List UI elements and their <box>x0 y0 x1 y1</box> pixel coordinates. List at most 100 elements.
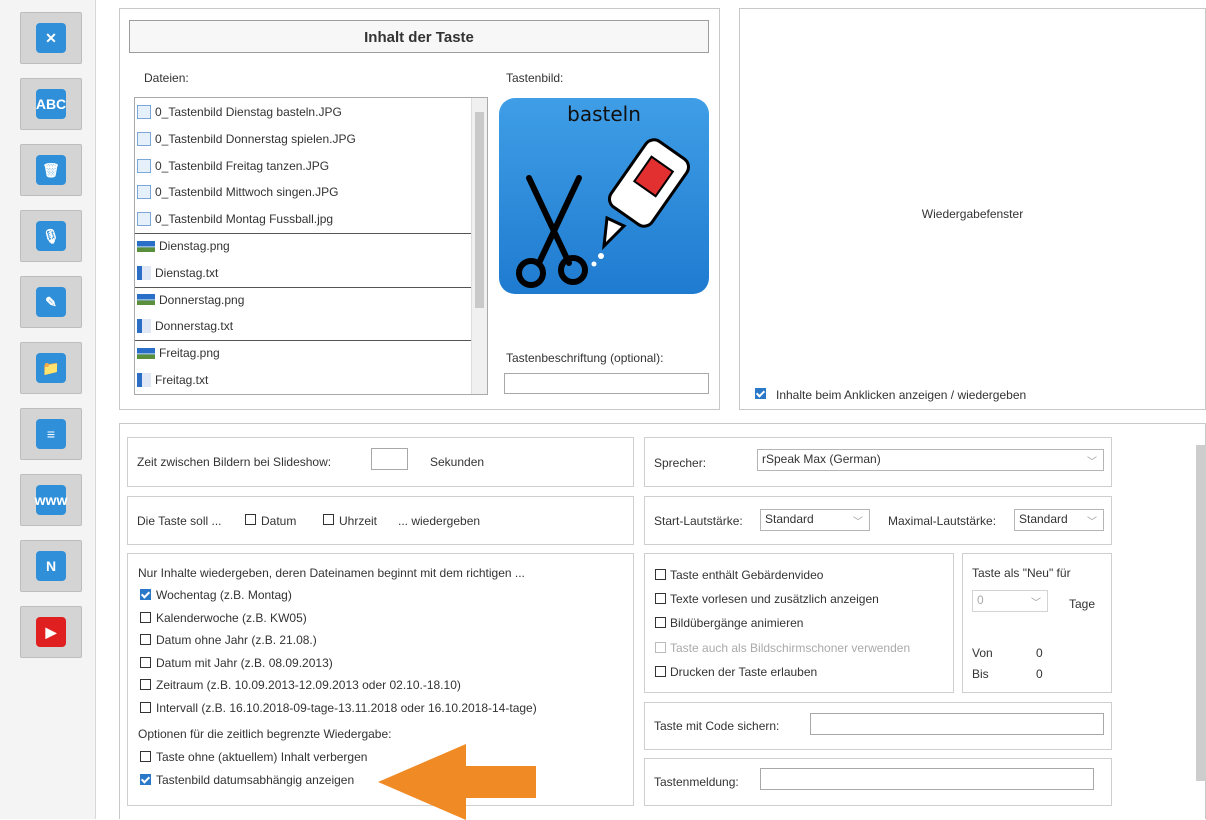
file-list-item[interactable]: Freitag.png <box>137 341 220 365</box>
caption-label: Tastenbeschriftung (optional): <box>506 351 664 365</box>
chevron-down-icon: ﹀ <box>1031 598 1041 609</box>
speaker-select[interactable]: rSpeak Max (German) ﹀ <box>757 449 1104 471</box>
date-image-label: Tastenbild datumsabhängig anzeigen <box>156 773 355 787</box>
hide-empty-checkbox[interactable] <box>140 751 151 762</box>
file-list-item[interactable]: 0_Tastenbild Montag Fussball.jpg <box>137 207 333 231</box>
options-heading: Optionen für die zeitlich begrenzte Wied… <box>138 727 392 741</box>
trash-icon: 🗑 <box>36 155 66 185</box>
max-volume-value: Standard <box>1019 512 1068 526</box>
n-logo-icon: N <box>36 551 66 581</box>
file-name: Dienstag.png <box>159 239 230 253</box>
new-flag-heading: Taste als "Neu" für <box>972 566 1071 580</box>
playback-window-label: Wiedergabefenster <box>921 207 1024 221</box>
scissors-icon <box>516 175 588 288</box>
option-checkbox[interactable] <box>655 617 666 629</box>
date-image-checkbox[interactable] <box>140 774 151 785</box>
start-volume-select[interactable]: Standard ﹀ <box>760 509 870 531</box>
toolbar-button-tools[interactable]: ✕ <box>20 12 82 64</box>
datum-checkbox[interactable] <box>245 514 256 525</box>
speaker-label: Sprecher: <box>654 456 707 470</box>
toolbar-button-youtube[interactable]: ▶ <box>20 606 82 658</box>
toolbar-button-www-globe[interactable]: www <box>20 474 82 526</box>
png-file-icon <box>137 240 155 252</box>
toolbar-button-microphone[interactable]: 🎙 <box>20 210 82 262</box>
from-value: 0 <box>1036 646 1043 660</box>
toolbar-button-trash[interactable]: 🗑 <box>20 144 82 196</box>
filter-option-label: Kalenderwoche (z.B. KW05) <box>156 610 307 625</box>
max-volume-select[interactable]: Standard ﹀ <box>1014 509 1104 531</box>
file-list[interactable]: 0_Tastenbild Dienstag basteln.JPG 0_Taste… <box>134 97 488 395</box>
toolbar-button-abc-eraser[interactable]: ABC <box>20 78 82 130</box>
toolbar-button-n-logo[interactable]: N <box>20 540 82 592</box>
filter-option-checkbox[interactable] <box>140 679 151 691</box>
filter-heading: Nur Inhalte wiedergeben, deren Dateiname… <box>138 566 525 580</box>
file-list-item[interactable]: 0_Tastenbild Dienstag basteln.JPG <box>137 100 342 124</box>
chevron-down-icon: ﹀ <box>853 517 863 528</box>
code-input[interactable] <box>810 713 1104 735</box>
jpg-file-icon <box>137 131 151 146</box>
slideshow-seconds-input[interactable] <box>371 448 408 470</box>
filter-option-checkbox[interactable] <box>140 702 151 713</box>
settings-scrollbar[interactable] <box>1196 445 1206 781</box>
txt-file-icon <box>137 265 151 280</box>
file-list-item[interactable]: Freitag.txt <box>137 368 208 392</box>
page-title: Inhalt der Taste <box>364 29 474 46</box>
file-list-item[interactable]: Donnerstag.txt <box>137 314 233 338</box>
uhrzeit-checkbox[interactable] <box>323 514 334 525</box>
file-name: Freitag.txt <box>155 373 209 387</box>
toolbar-button-edit-note[interactable]: ✎ <box>20 276 82 328</box>
scrollbar-thumb[interactable] <box>475 112 484 308</box>
message-input[interactable] <box>760 768 1094 790</box>
png-file-icon <box>137 294 155 306</box>
uhrzeit-label: Uhrzeit <box>339 514 378 528</box>
toolbar-button-folder[interactable]: 📁 <box>20 342 82 394</box>
file-list-item[interactable]: Dienstag.txt <box>137 261 218 285</box>
filter-option-checkbox[interactable] <box>140 634 151 646</box>
show-on-click-checkbox[interactable] <box>755 388 766 399</box>
file-list-item[interactable]: 0_Tastenbild Freitag tanzen.JPG <box>137 154 329 178</box>
to-label: Bis <box>972 667 989 681</box>
filter-option-checkbox[interactable] <box>140 611 151 623</box>
abc-eraser-icon: ABC <box>36 89 66 119</box>
scissors-glue-icon <box>516 138 690 288</box>
filter-option-checkbox[interactable] <box>140 656 151 668</box>
file-name: Donnerstag.txt <box>155 319 234 334</box>
microphone-icon: 🎙 <box>36 221 66 251</box>
file-list-scrollbar[interactable] <box>471 98 487 394</box>
option-label: Bildübergänge animieren <box>670 616 804 631</box>
date-output-prefix: Die Taste soll ... <box>137 514 222 528</box>
file-list-item[interactable]: Donnerstag.png <box>137 288 244 312</box>
to-value: 0 <box>1036 667 1043 681</box>
slideshow-label: Zeit zwischen Bildern bei Slideshow: <box>137 455 332 469</box>
toolbar-button-mixer[interactable]: ≡ <box>20 408 82 460</box>
file-list-item[interactable]: 0_Tastenbild Donnerstag spielen.JPG <box>137 127 356 151</box>
filter-option-label: Zeitraum (z.B. 10.09.2013-12.09.2013 ode… <box>156 678 461 693</box>
image-label: Tastenbild: <box>506 71 564 85</box>
file-list-item[interactable]: Dienstag.png <box>137 234 230 258</box>
file-name: 0_Tastenbild Donnerstag spielen.JPG <box>155 131 356 146</box>
glue-bottle-icon <box>591 138 690 267</box>
new-days-select[interactable]: 0 ﹀ <box>972 590 1048 612</box>
png-file-icon <box>137 347 155 359</box>
option-checkbox[interactable] <box>655 569 666 580</box>
from-label: Von <box>972 646 993 660</box>
filter-option-label: Datum mit Jahr (z.B. 08.09.2013) <box>156 655 333 670</box>
chevron-down-icon: ﹀ <box>1087 457 1097 468</box>
button-image[interactable]: basteln <box>499 98 709 294</box>
option-label: Taste enthält Gebärdenvideo <box>670 568 824 582</box>
filter-option-label: Intervall (z.B. 16.10.2018-09-tage-13.11… <box>156 701 537 715</box>
file-list-item[interactable]: 0_Tastenbild Mittwoch singen.JPG <box>137 180 338 204</box>
filter-option-checkbox[interactable] <box>140 589 151 600</box>
file-name: Freitag.png <box>159 346 220 361</box>
start-volume-value: Standard <box>765 512 814 526</box>
option-checkbox[interactable] <box>655 665 666 677</box>
option-checkbox[interactable] <box>655 641 666 653</box>
jpg-file-icon <box>137 105 151 119</box>
mixer-icon: ≡ <box>36 419 66 449</box>
new-days-value: 0 <box>977 593 984 607</box>
tools-icon: ✕ <box>36 23 66 53</box>
option-checkbox[interactable] <box>655 593 666 605</box>
hide-empty-label: Taste ohne (aktuellem) Inhalt verbergen <box>156 750 368 764</box>
caption-input[interactable] <box>504 373 709 394</box>
file-name: Donnerstag.png <box>159 292 245 307</box>
